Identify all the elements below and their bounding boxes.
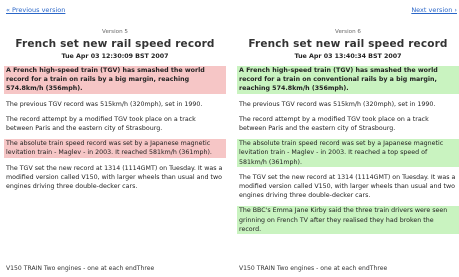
added-paragraph: The absolute train speed record was set … [237, 139, 459, 167]
version-label: Version 6 [335, 29, 361, 35]
old-version-column: Version 5 French set new rail speed reco… [4, 24, 226, 197]
removed-paragraph: The absolute train speed record was set … [4, 139, 226, 158]
article-title: French set new rail speed record [248, 38, 448, 50]
previous-version-link[interactable]: « Previous version [6, 6, 65, 14]
new-version-column: Version 6 French set new rail speed reco… [237, 24, 459, 240]
added-paragraph: The BBC's Emma Jane Kirby said the three… [237, 206, 459, 235]
removed-paragraph: A French high-speed train (TGV) has smas… [4, 66, 226, 94]
paragraph: The record attempt by a modified TGV too… [239, 115, 429, 133]
version-date: Tue Apr 03 13:40:34 BST 2007 [294, 53, 402, 60]
paragraph: The previous TGV record was 515km/h (320… [239, 100, 436, 108]
diff-page: « Previous version Next version › Versio… [0, 0, 459, 277]
paragraph: The previous TGV record was 515km/h (320… [6, 100, 203, 108]
version-date: Tue Apr 03 12:30:09 BST 2007 [61, 53, 169, 60]
version-label: Version 5 [102, 29, 128, 35]
truncated-line: V150 TRAIN Two engines - one at each end… [6, 265, 155, 272]
paragraph: The TGV set the new record at 1314 (1114… [6, 164, 223, 191]
paragraph: The record attempt by a modified TGV too… [6, 115, 196, 133]
version-nav: « Previous version Next version › [0, 0, 459, 20]
truncated-line: V150 TRAIN Two engines - one at each end… [239, 265, 388, 272]
next-version-link[interactable]: Next version › [411, 6, 457, 14]
article-title: French set new rail speed record [15, 38, 215, 50]
paragraph: The TGV set the new record at 1314 (1114… [239, 173, 456, 200]
added-paragraph: A French high-speed train (TGV) has smas… [237, 66, 459, 94]
